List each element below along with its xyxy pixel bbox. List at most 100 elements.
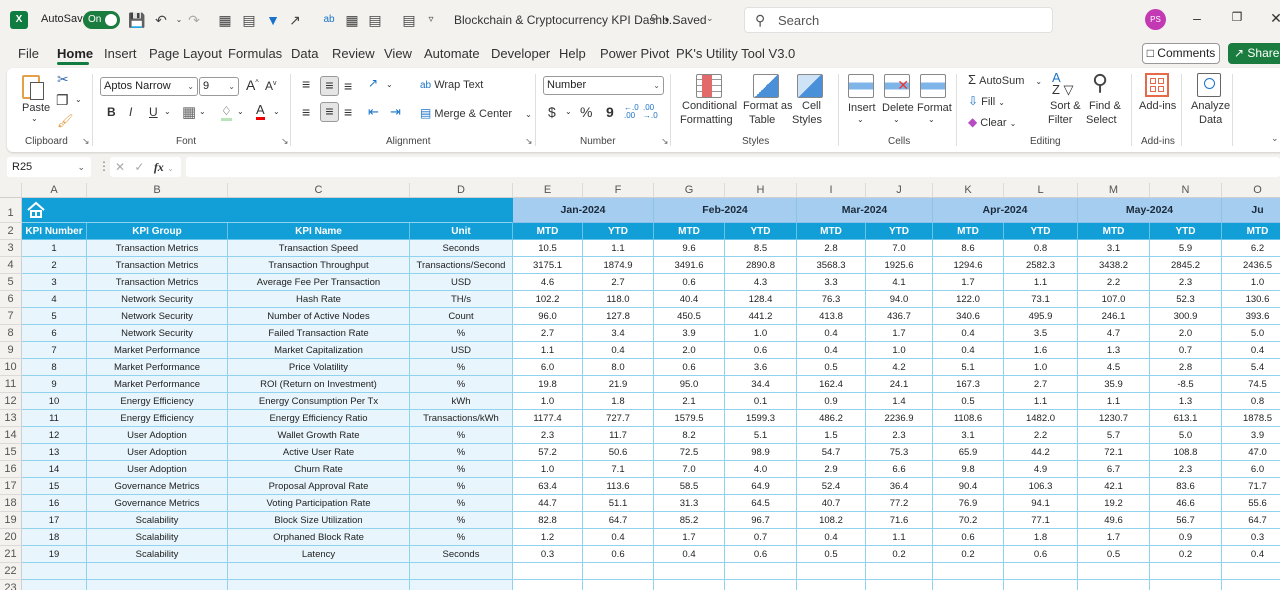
value-cell[interactable]: 3.1 <box>1078 240 1150 257</box>
value-cell[interactable]: 1.0 <box>866 342 933 359</box>
value-cell[interactable] <box>725 563 797 580</box>
insert-label[interactable]: Insert <box>848 102 876 114</box>
column-title[interactable]: KPI Number <box>22 223 87 240</box>
dialog-launcher-icon[interactable]: ↘ <box>661 136 669 147</box>
value-cell[interactable]: 24.1 <box>866 376 933 393</box>
font-color-dropdown-icon[interactable]: ⌄ <box>273 107 280 116</box>
value-cell[interactable]: 73.1 <box>1004 291 1078 308</box>
format-cells-icon[interactable] <box>920 74 946 98</box>
tab-developer[interactable]: Developer <box>491 46 550 61</box>
row-header[interactable]: 6 <box>0 291 22 308</box>
enter-icon[interactable]: ✓ <box>134 160 144 174</box>
value-cell[interactable]: 0.5 <box>1078 546 1150 563</box>
value-cell[interactable]: 8.2 <box>654 427 725 444</box>
kpi-group-cell[interactable]: User Adoption <box>87 427 228 444</box>
value-cell[interactable]: 40.7 <box>797 495 866 512</box>
value-cell[interactable]: 1230.7 <box>1078 410 1150 427</box>
increase-decimal-icon[interactable]: ←.0.00 <box>624 104 639 120</box>
value-cell[interactable]: 300.9 <box>1150 308 1222 325</box>
kpi-number-cell[interactable]: 6 <box>22 325 87 342</box>
value-cell[interactable]: 2.0 <box>654 342 725 359</box>
kpi-number-cell[interactable]: 1 <box>22 240 87 257</box>
kpi-number-cell[interactable]: 15 <box>22 478 87 495</box>
value-cell[interactable]: 0.9 <box>1150 529 1222 546</box>
cell-styles-label-1[interactable]: Cell <box>802 100 821 112</box>
value-cell[interactable]: 64.7 <box>583 512 654 529</box>
value-cell[interactable]: 0.6 <box>654 274 725 291</box>
value-cell[interactable]: 1599.3 <box>725 410 797 427</box>
value-cell[interactable]: 1.0 <box>1004 359 1078 376</box>
value-cell[interactable]: 5.0 <box>1222 325 1280 342</box>
house-icon[interactable] <box>26 201 46 219</box>
value-cell[interactable]: 72.5 <box>654 444 725 461</box>
align-top-icon[interactable]: ≡ <box>302 76 310 92</box>
column-header[interactable]: J <box>866 183 933 198</box>
spreadsheet-grid[interactable]: ABCDEFGHIJKLMNO 1 2 3 4 5 6 7 8 9 10 11 12 13 14 15 16 1… <box>0 183 1280 590</box>
value-cell[interactable]: 8.0 <box>583 359 654 376</box>
dialog-launcher-icon[interactable]: ↘ <box>525 136 533 147</box>
row-header[interactable]: 16 <box>0 461 22 478</box>
value-cell[interactable]: 3491.6 <box>654 257 725 274</box>
value-cell[interactable]: 6.0 <box>1222 461 1280 478</box>
value-cell[interactable]: 1.0 <box>1222 274 1280 291</box>
share-button[interactable]: ↗ Share <box>1228 43 1280 64</box>
restore-icon[interactable]: ❐ <box>1227 10 1247 24</box>
period-header[interactable]: MTD <box>797 223 866 240</box>
kpi-group-cell[interactable]: Market Performance <box>87 376 228 393</box>
value-cell[interactable]: 4.6 <box>513 274 583 291</box>
value-cell[interactable]: 5.7 <box>1078 427 1150 444</box>
column-header[interactable]: O <box>1222 183 1280 198</box>
chevron-down-icon[interactable]: ⌄ <box>857 115 864 124</box>
user-avatar[interactable]: PS <box>1145 9 1166 30</box>
saved-status[interactable]: • Saved <box>665 13 707 27</box>
column-header[interactable]: C <box>228 183 410 198</box>
value-cell[interactable] <box>1150 563 1222 580</box>
column-header[interactable]: L <box>1004 183 1078 198</box>
value-cell[interactable]: 162.4 <box>797 376 866 393</box>
decrease-indent-icon[interactable]: ⇤ <box>368 104 379 120</box>
period-header[interactable]: YTD <box>725 223 797 240</box>
kpi-unit-cell[interactable]: % <box>410 529 513 546</box>
value-cell[interactable]: 1.3 <box>1078 342 1150 359</box>
month-header[interactable]: Ju <box>1222 198 1280 223</box>
month-header[interactable]: Apr-2024 <box>933 198 1078 223</box>
value-cell[interactable]: 3.9 <box>1222 427 1280 444</box>
value-cell[interactable]: 0.4 <box>797 342 866 359</box>
find-select-label-1[interactable]: Find & <box>1089 100 1121 112</box>
value-cell[interactable]: 3175.1 <box>513 257 583 274</box>
value-cell[interactable]: 0.9 <box>797 393 866 410</box>
value-cell[interactable]: 613.1 <box>1150 410 1222 427</box>
period-header[interactable]: YTD <box>583 223 654 240</box>
value-cell[interactable]: 1.3 <box>1150 393 1222 410</box>
value-cell[interactable]: 40.4 <box>654 291 725 308</box>
kpi-number-cell[interactable]: 9 <box>22 376 87 393</box>
kpi-group-cell[interactable]: Governance Metrics <box>87 495 228 512</box>
addins-icon[interactable] <box>1145 73 1169 97</box>
row-header[interactable]: 9 <box>0 342 22 359</box>
value-cell[interactable] <box>866 563 933 580</box>
tab-insert[interactable]: Insert <box>104 46 137 61</box>
value-cell[interactable]: 2.3 <box>1150 274 1222 291</box>
value-cell[interactable]: 0.5 <box>797 359 866 376</box>
value-cell[interactable]: 5.1 <box>933 359 1004 376</box>
column-header[interactable]: K <box>933 183 1004 198</box>
underline-dropdown-icon[interactable]: ⌄ <box>164 107 171 116</box>
kpi-group-cell[interactable] <box>87 563 228 580</box>
value-cell[interactable]: 21.9 <box>583 376 654 393</box>
value-cell[interactable]: 1.1 <box>1004 274 1078 291</box>
kpi-name-cell[interactable]: Energy Consumption Per Tx <box>228 393 410 410</box>
value-cell[interactable]: 6.6 <box>866 461 933 478</box>
kpi-number-cell[interactable] <box>22 563 87 580</box>
currency-dropdown-icon[interactable]: ⌄ <box>565 107 572 116</box>
value-cell[interactable]: 441.2 <box>725 308 797 325</box>
kpi-unit-cell[interactable]: % <box>410 376 513 393</box>
value-cell[interactable]: 1.7 <box>1078 529 1150 546</box>
value-cell[interactable]: 5.1 <box>725 427 797 444</box>
row-header[interactable]: 5 <box>0 274 22 291</box>
comments-button[interactable]: □ Comments <box>1142 43 1220 64</box>
kpi-name-cell[interactable]: Failed Transaction Rate <box>228 325 410 342</box>
value-cell[interactable]: 58.5 <box>654 478 725 495</box>
value-cell[interactable]: 0.6 <box>725 342 797 359</box>
value-cell[interactable] <box>1222 580 1280 590</box>
column-title[interactable]: KPI Group <box>87 223 228 240</box>
